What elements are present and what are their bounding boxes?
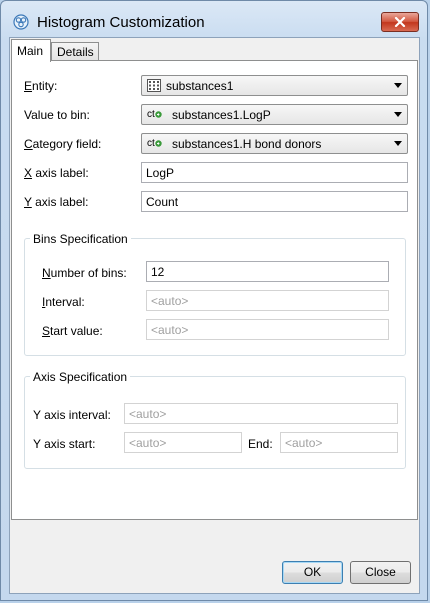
interval-input[interactable]: <auto> <box>146 290 389 311</box>
close-icon <box>394 17 406 27</box>
start-value-input[interactable]: <auto> <box>146 319 389 340</box>
end-input[interactable]: <auto> <box>280 432 398 453</box>
y-axis-interval-input[interactable]: <auto> <box>124 403 398 424</box>
entity-value: substances1 <box>166 79 234 93</box>
tab-main[interactable]: Main <box>11 39 51 62</box>
category-field-value: substances1.H bond donors <box>172 137 322 151</box>
table-grid-icon <box>147 79 161 95</box>
value-to-bin-value: substances1.LogP <box>172 108 271 122</box>
entity-label-text: ntity: <box>32 79 58 93</box>
title-bar[interactable]: Histogram Customization <box>1 1 427 37</box>
category-field-label: Category field: <box>24 137 102 151</box>
end-label: End: <box>248 437 273 451</box>
chevron-down-icon <box>394 112 402 117</box>
value-to-bin-label: Value to bin: <box>24 108 90 122</box>
calculated-column-icon: ct <box>147 136 162 150</box>
chevron-down-icon <box>394 141 402 146</box>
start-value-label: Start value: <box>42 324 103 338</box>
y-axis-label-text: axis label: <box>31 195 89 209</box>
bins-specification-title: Bins Specification <box>30 232 131 246</box>
ok-button[interactable]: OK <box>282 561 343 584</box>
y-axis-start-input[interactable]: <auto> <box>124 432 242 453</box>
entity-combo[interactable]: substances1 <box>141 75 408 96</box>
x-axis-label-text: axis label: <box>32 166 89 180</box>
app-icon <box>13 14 29 30</box>
dialog-window: Histogram Customization Main Details Ent… <box>0 0 428 601</box>
axis-specification-title: Axis Specification <box>30 370 131 384</box>
category-field-label-text: ategory field: <box>32 137 102 151</box>
number-of-bins-label-text: umber of bins: <box>50 266 127 280</box>
category-field-combo[interactable]: ct substances1.H bond donors <box>141 133 408 154</box>
close-button[interactable]: Close <box>350 561 411 584</box>
window-close-button[interactable] <box>381 12 419 32</box>
type-tag: ct <box>147 109 155 120</box>
entity-label: Entity: <box>24 79 58 93</box>
y-axis-label-input[interactable]: Count <box>141 191 408 212</box>
number-of-bins-input[interactable]: 12 <box>146 261 389 282</box>
y-axis-label-label: Y axis label: <box>24 195 89 209</box>
dialog-client-area: Main Details Entity: substances1 Value t… <box>9 37 420 594</box>
x-axis-label-input[interactable]: LogP <box>141 162 408 183</box>
start-value-label-text: tart value: <box>50 324 103 338</box>
calculated-column-icon: ct <box>147 107 162 121</box>
y-axis-interval-label: Y axis interval: <box>33 408 111 422</box>
x-axis-label-label: X axis label: <box>24 166 89 180</box>
window-title: Histogram Customization <box>37 14 205 31</box>
interval-label: Interval: <box>42 295 85 309</box>
y-axis-start-label: Y axis start: <box>33 437 96 451</box>
value-to-bin-combo[interactable]: ct substances1.LogP <box>141 104 408 125</box>
chevron-down-icon <box>394 83 402 88</box>
tab-details[interactable]: Details <box>51 42 99 61</box>
interval-label-text: nterval: <box>45 295 85 309</box>
type-tag: ct <box>147 138 155 149</box>
number-of-bins-label: Number of bins: <box>42 266 127 280</box>
main-tab-panel: Entity: substances1 Value to bin: ct sub… <box>11 60 418 520</box>
